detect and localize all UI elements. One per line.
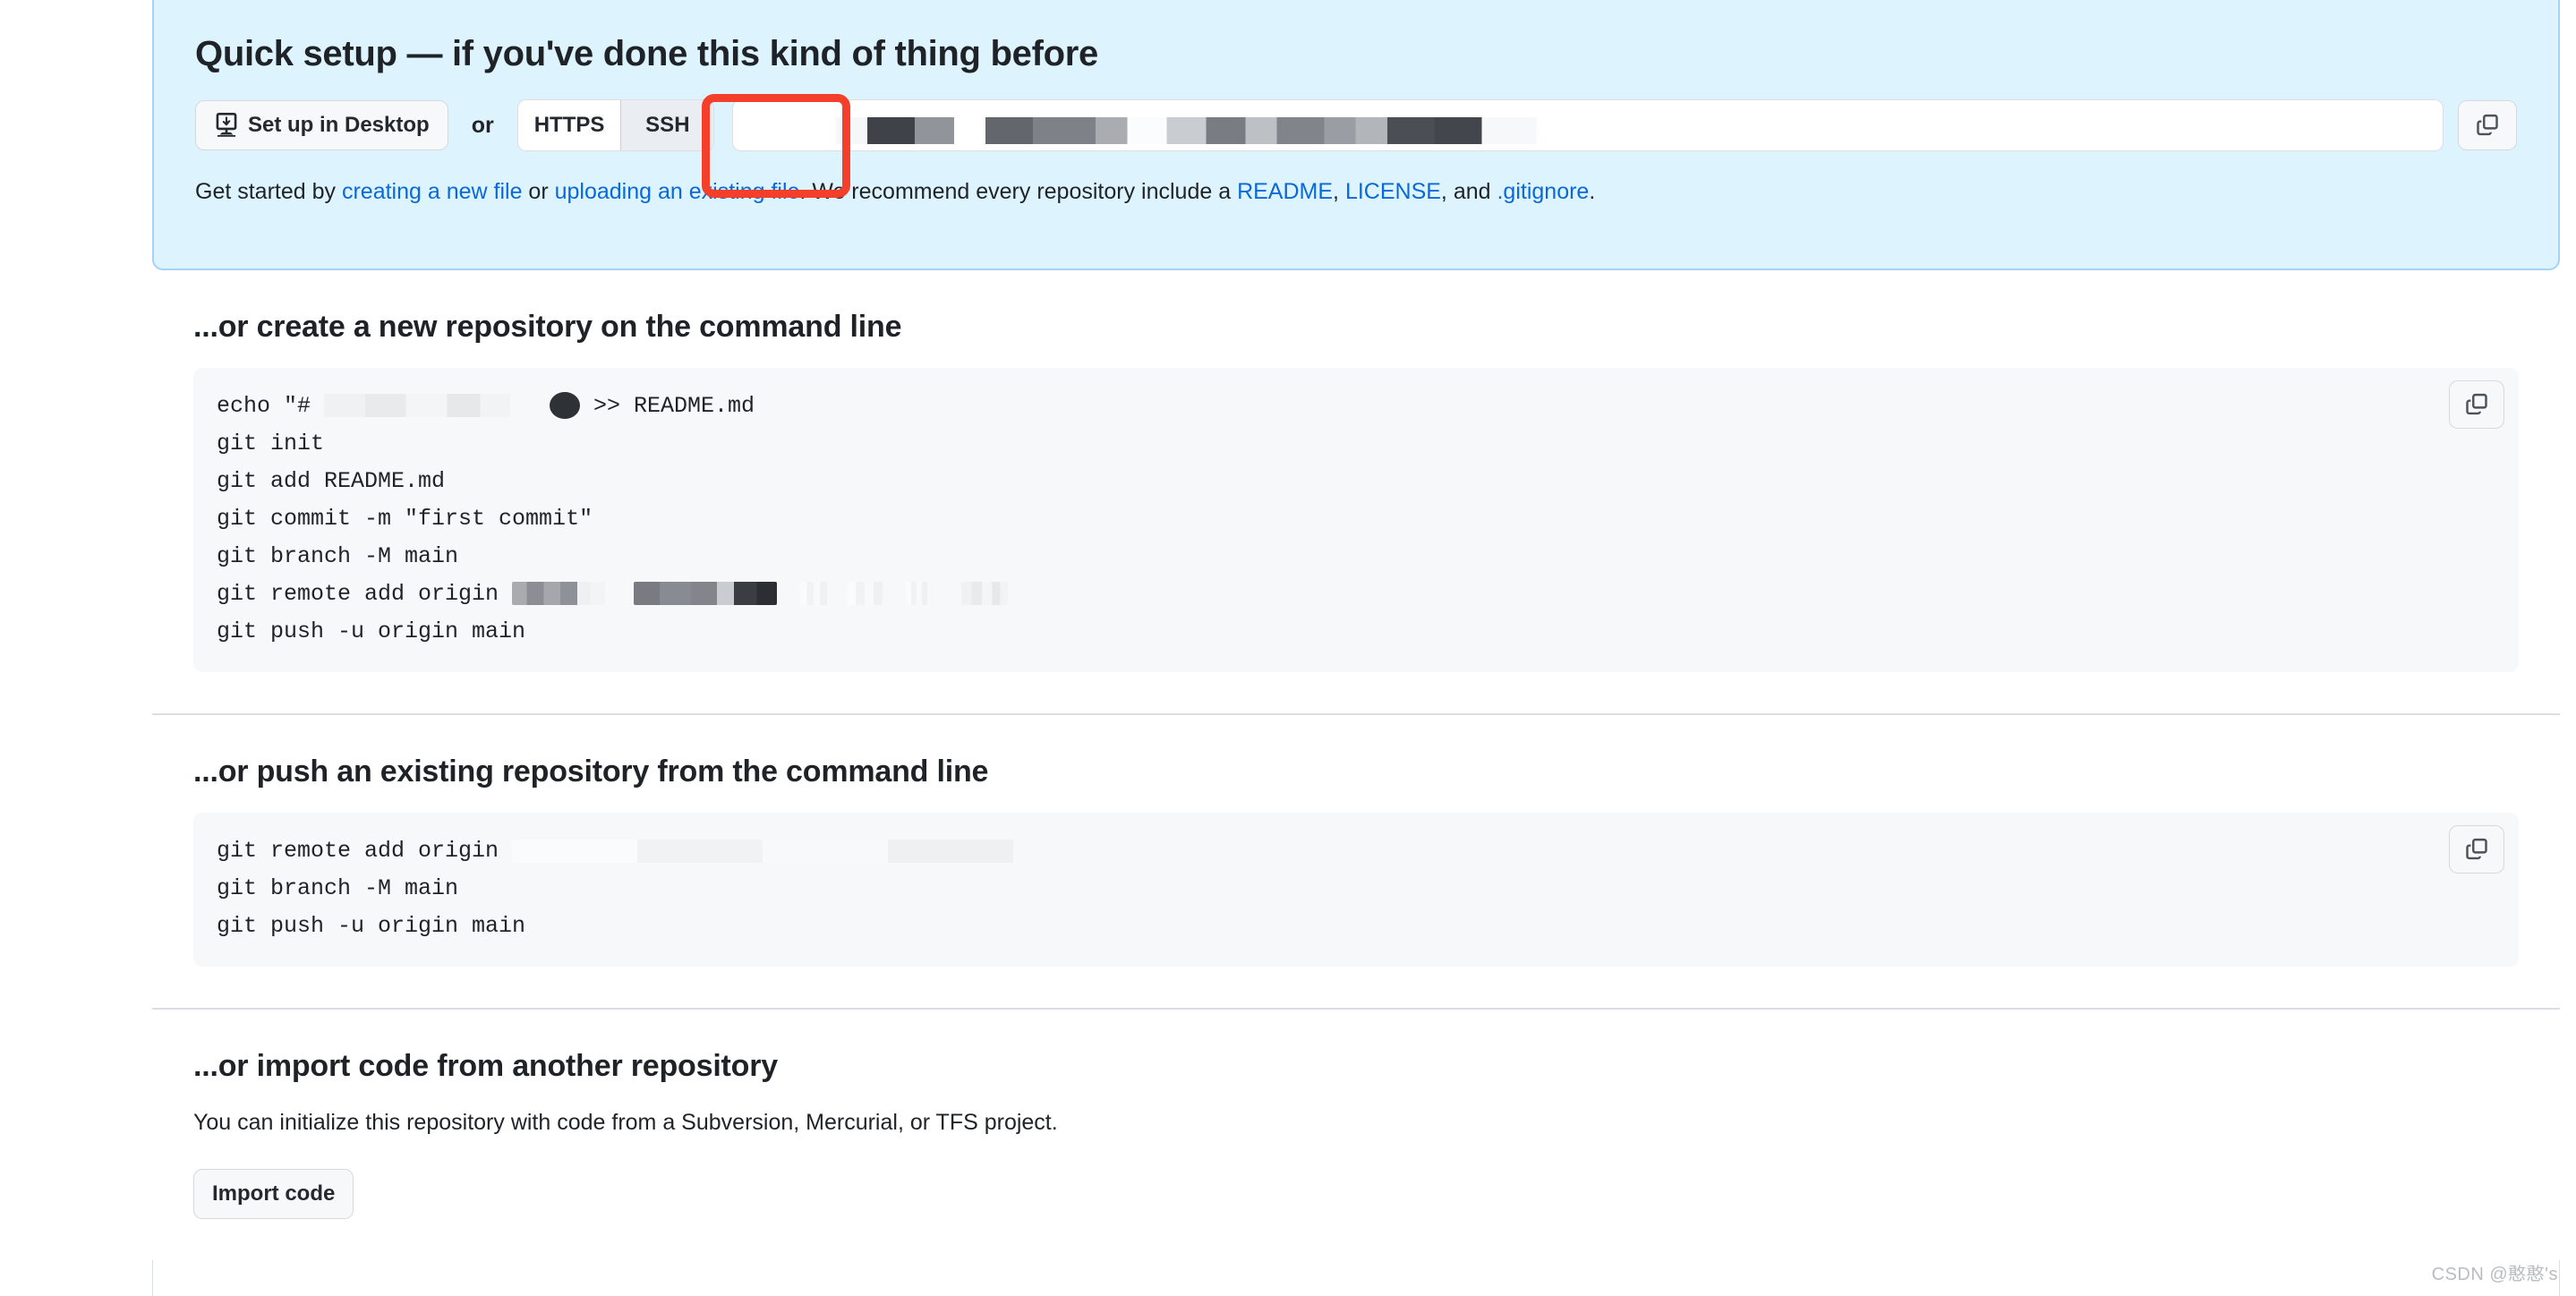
- repository-setup-page: Quick setup — if you've done this kind o…: [152, 0, 2560, 1296]
- code-text: git push -u origin main: [217, 913, 526, 940]
- copy-icon: [2463, 391, 2490, 418]
- create-repository-code[interactable]: echo "# >> README.md git init git add READ…: [217, 388, 2495, 651]
- code-text: git remote add origin: [217, 838, 513, 865]
- create-repository-section: ...or create a new repository on the com…: [152, 270, 2560, 716]
- push-repository-code[interactable]: git remote add origin git branch -M main…: [217, 832, 2495, 945]
- code-line: git push -u origin main: [217, 908, 2495, 945]
- push-repository-code-block: git remote add origin git branch -M main…: [193, 813, 2519, 968]
- link-readme[interactable]: README: [1237, 179, 1333, 204]
- import-code-section: ...or import code from another repositor…: [152, 1010, 2560, 1261]
- import-code-label: Import code: [212, 1181, 336, 1206]
- link-uploading-an-existing-file[interactable]: uploading an existing file: [555, 179, 800, 204]
- code-text: echo "#: [217, 393, 325, 420]
- get-started-hint: Get started by creating a new file or up…: [195, 177, 2517, 208]
- code-text: git branch -M main: [217, 875, 459, 902]
- redacted-remote-url-part-4: [847, 582, 883, 606]
- clone-url-input[interactable]: [732, 99, 2444, 151]
- set-up-in-desktop-label: Set up in Desktop: [248, 113, 430, 137]
- link-license[interactable]: LICENSE: [1345, 179, 1441, 204]
- push-repository-section: ...or push an existing repository from t…: [152, 715, 2560, 1010]
- code-text: git commit -m "first commit": [217, 506, 593, 533]
- copy-clone-url-button[interactable]: [2458, 100, 2517, 150]
- hint-sep-1: ,: [1333, 179, 1345, 204]
- code-line: git remote add origin: [217, 832, 2495, 870]
- quick-setup-panel: Quick setup — if you've done this kind o…: [152, 0, 2560, 270]
- quick-setup-controls-row: Set up in Desktop or HTTPS SSH: [195, 99, 2517, 151]
- redacted-remote-url-part-5: [906, 582, 928, 606]
- code-text: git remote add origin: [217, 581, 513, 608]
- code-line: git branch -M main: [217, 538, 2495, 576]
- import-code-button[interactable]: Import code: [193, 1169, 354, 1220]
- set-up-in-desktop-button[interactable]: Set up in Desktop: [195, 100, 448, 150]
- clone-url-value[interactable]: [733, 100, 2443, 150]
- hint-mid-recommend: . We recommend every repository include …: [799, 179, 1238, 204]
- hint-suffix: .: [1589, 179, 1596, 204]
- copy-create-repository-code-button[interactable]: [2449, 380, 2504, 430]
- redacted-clone-url: [749, 117, 1538, 145]
- redacted-remote-url: [512, 839, 1014, 863]
- desktop-download-icon: [214, 113, 239, 138]
- code-line: git push -u origin main: [217, 613, 2495, 651]
- code-line: git remote add origin: [217, 576, 2495, 613]
- code-line: git add README.md: [217, 463, 2495, 500]
- redacted-remote-url-part-6: [961, 582, 1009, 606]
- code-text: git branch -M main: [217, 543, 459, 570]
- protocol-selector: HTTPS SSH: [516, 99, 715, 151]
- copy-icon: [2474, 112, 2501, 139]
- code-line: git init: [217, 425, 2495, 463]
- code-line: git branch -M main: [217, 870, 2495, 908]
- copy-icon: [2463, 836, 2490, 863]
- redacted-remote-url-part-2: [634, 582, 778, 606]
- redacted-repo-name: [324, 394, 511, 418]
- copy-push-repository-code-button[interactable]: [2449, 825, 2504, 874]
- csdn-watermark: CSDN @憨憨's: [2431, 1265, 2558, 1284]
- quick-setup-title: Quick setup — if you've done this kind o…: [195, 34, 1098, 73]
- redacted-remote-url-part-1: [512, 582, 606, 606]
- hint-sep-2: , and: [1440, 179, 1497, 204]
- link-creating-a-new-file[interactable]: creating a new file: [342, 179, 523, 204]
- code-text: git add README.md: [217, 468, 446, 495]
- or-separator-label: or: [471, 112, 494, 138]
- code-text: git init: [217, 431, 325, 457]
- import-code-title: ...or import code from another repositor…: [193, 1049, 778, 1084]
- code-line: echo "# >> README.md: [217, 388, 2495, 425]
- hint-prefix: Get started by: [195, 179, 342, 204]
- redacted-remote-url-part-3: [800, 582, 828, 606]
- ssh-protocol-tab[interactable]: SSH: [620, 100, 714, 150]
- code-text: git push -u origin main: [217, 618, 526, 645]
- code-line: git commit -m "first commit": [217, 500, 2495, 538]
- link-gitignore[interactable]: .gitignore: [1497, 179, 1589, 204]
- create-repository-title: ...or create a new repository on the com…: [193, 310, 902, 344]
- import-code-description: You can initialize this repository with …: [193, 1110, 1058, 1136]
- push-repository-title: ...or push an existing repository from t…: [193, 755, 989, 789]
- code-text-post: >> README.md: [580, 393, 755, 420]
- create-repository-code-block: echo "# >> README.md git init git add READ…: [193, 368, 2519, 673]
- redacted-blob: [550, 392, 581, 420]
- https-protocol-tab[interactable]: HTTPS: [517, 100, 621, 150]
- hint-mid-or: or: [522, 179, 555, 204]
